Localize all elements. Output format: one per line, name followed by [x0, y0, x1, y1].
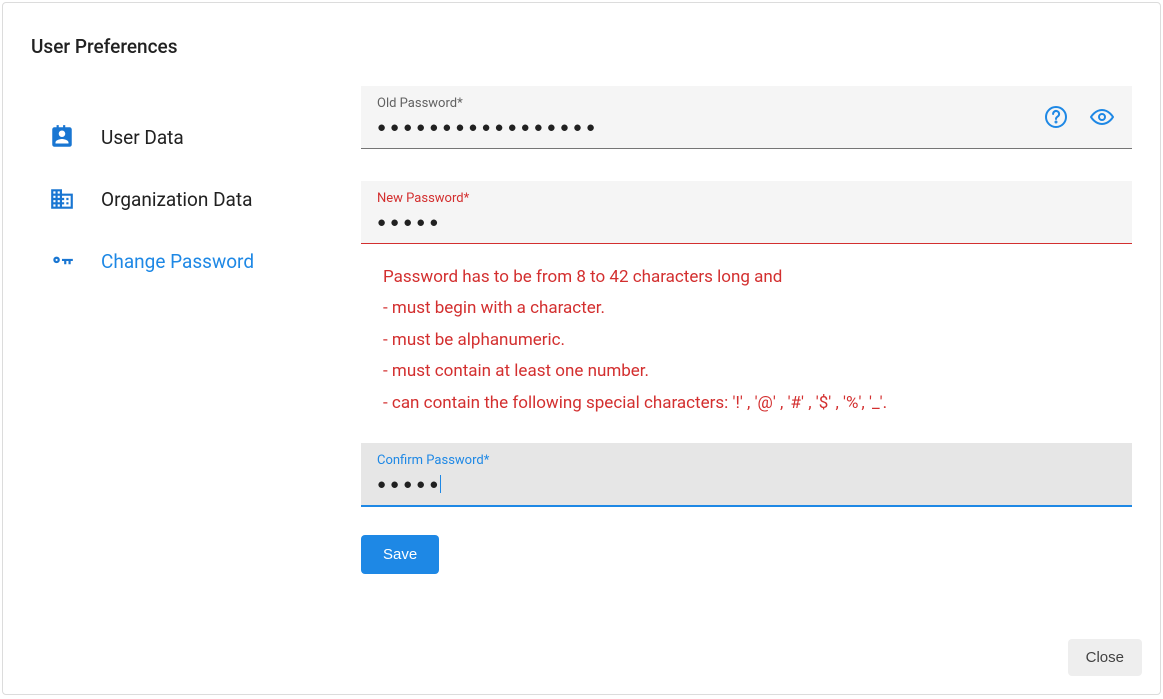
sidebar-item-change-password[interactable]: Change Password [49, 230, 321, 292]
confirm-password-label: Confirm Password* [377, 453, 1116, 468]
help-icon[interactable] [1044, 105, 1068, 129]
sidebar-item-label: User Data [101, 126, 184, 149]
eye-icon[interactable] [1090, 105, 1114, 129]
sidebar-item-label: Organization Data [101, 188, 252, 211]
main-panel: Old Password* ●●●●●●●●●●●●●●●●● New Pass… [361, 86, 1132, 574]
old-password-label: Old Password* [377, 96, 1116, 111]
confirm-password-value: ●●●●● [377, 474, 442, 495]
validation-rule: - must be alphanumeric. [383, 325, 1132, 356]
validation-rule: - must begin with a character. [383, 293, 1132, 324]
sidebar-item-label: Change Password [101, 250, 254, 273]
text-caret [440, 475, 441, 493]
validation-rule: - must contain at least one number. [383, 356, 1132, 387]
dialog-content: User Data Organization Data Change Passw… [31, 86, 1132, 574]
key-icon [49, 248, 75, 274]
new-password-value: ●●●●● [377, 212, 442, 233]
old-password-field[interactable]: Old Password* ●●●●●●●●●●●●●●●●● [361, 86, 1132, 149]
new-password-label: New Password* [377, 191, 1116, 206]
old-password-icons [1044, 105, 1114, 129]
sidebar: User Data Organization Data Change Passw… [31, 86, 321, 574]
password-validation-error: Password has to be from 8 to 42 characte… [361, 258, 1132, 443]
save-button[interactable]: Save [361, 535, 439, 574]
sidebar-item-user-data[interactable]: User Data [49, 106, 321, 168]
id-badge-icon [49, 124, 75, 150]
validation-rule: - can contain the following special char… [383, 388, 1132, 419]
validation-heading: Password has to be from 8 to 42 characte… [383, 262, 1132, 293]
preferences-dialog: User Preferences User Data Organization … [2, 2, 1161, 695]
sidebar-item-organization-data[interactable]: Organization Data [49, 168, 321, 230]
old-password-value: ●●●●●●●●●●●●●●●●● [377, 117, 599, 138]
confirm-password-field[interactable]: Confirm Password* ●●●●● [361, 443, 1132, 507]
building-icon [49, 186, 75, 212]
close-button[interactable]: Close [1068, 639, 1142, 676]
new-password-field[interactable]: New Password* ●●●●● [361, 181, 1132, 244]
dialog-title: User Preferences [31, 35, 1132, 58]
